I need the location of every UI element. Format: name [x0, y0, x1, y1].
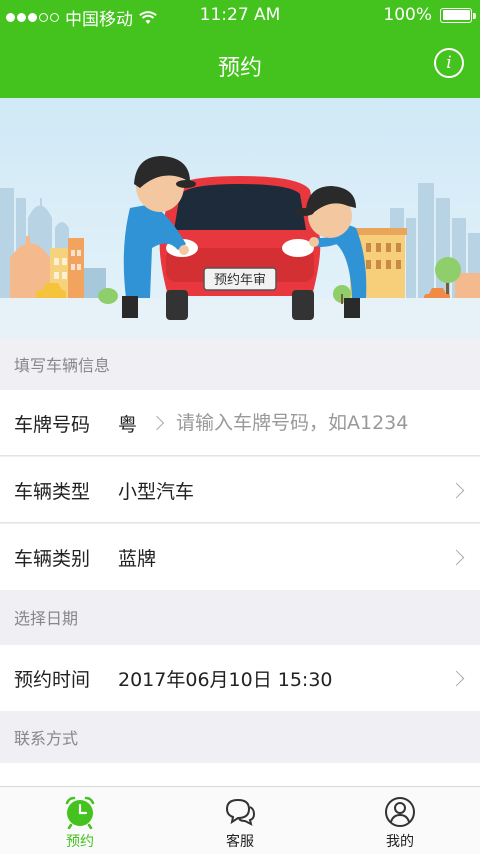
plate-number-label: 车牌号码: [14, 413, 91, 436]
chat-bubbles-icon: [225, 798, 256, 826]
row-divider: [0, 455, 480, 456]
plate-number-row: 车牌号码 粤: [0, 390, 480, 456]
appointment-time-label: 预约时间: [14, 668, 91, 691]
vehicle-type-value: 小型汽车: [118, 480, 195, 503]
vehicle-type-label: 车辆类型: [14, 480, 91, 503]
section-header-select-date: 选择日期: [0, 591, 480, 643]
banner-sign: 预约年审: [214, 273, 266, 288]
vehicle-category-label: 车辆类别: [14, 547, 91, 570]
tab-profile[interactable]: 我的: [320, 787, 480, 854]
banner-illustration: 预约年审: [0, 98, 480, 338]
app-header: 中国移动 11:27 AM 100% 预约 i: [0, 0, 480, 98]
plate-number-input[interactable]: [176, 403, 466, 443]
tab-appointment[interactable]: 预约: [0, 787, 160, 854]
province-chevron-icon[interactable]: [149, 415, 165, 431]
row-divider: [0, 522, 480, 523]
tab-label: 我的: [386, 834, 414, 850]
appointment-time-row[interactable]: 预约时间 2017年06月10日 15:30: [0, 645, 480, 711]
contact-row-partial: [0, 763, 480, 787]
section-header-vehicle-info: 填写车辆信息: [0, 338, 480, 390]
province-selector[interactable]: 粤: [118, 410, 137, 437]
tab-label: 预约: [66, 834, 94, 850]
tab-customer-service[interactable]: 客服: [160, 787, 320, 854]
chevron-right-icon: [448, 482, 465, 498]
vehicle-category-value: 蓝牌: [118, 547, 157, 570]
tab-label: 客服: [226, 834, 254, 850]
battery-fill: [442, 10, 470, 20]
status-right: 100%: [383, 5, 476, 25]
chevron-right-icon: [448, 670, 465, 686]
user-icon: [385, 797, 415, 827]
vehicle-category-row[interactable]: 车辆类别 蓝牌: [0, 524, 480, 590]
vehicle-type-row[interactable]: 车辆类型 小型汽车: [0, 457, 480, 523]
section-header-contact: 联系方式: [0, 711, 480, 763]
battery-percent: 100%: [383, 5, 432, 25]
battery-icon: [440, 7, 476, 23]
alarm-clock-icon: [65, 796, 95, 829]
appointment-time-value: 2017年06月10日 15:30: [118, 668, 333, 691]
page-title: 预约: [217, 56, 262, 81]
chevron-right-icon: [448, 549, 465, 565]
status-bar: 中国移动 11:27 AM 100%: [0, 0, 480, 30]
car-inspection-illustration: 预约年审: [0, 98, 480, 338]
tab-bar: 预约 客服 我的: [0, 786, 480, 854]
info-icon[interactable]: i: [434, 48, 464, 78]
